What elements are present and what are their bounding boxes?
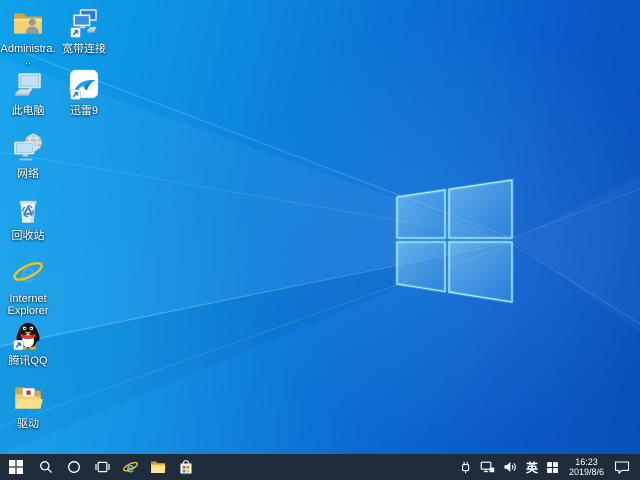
broadband-connection-icon [56,6,112,40]
recycle-bin-icon [0,193,56,227]
desktop-icon-label: 回收站 [0,230,56,242]
network-tray-button[interactable] [476,454,499,480]
taskbar-internet-explorer[interactable]: e [116,454,144,480]
cortana-circle-icon [67,460,81,474]
action-center-icon [614,460,630,474]
this-pc-icon [0,68,56,102]
clock-time: 16:23 [569,457,604,467]
desktop-icon-tencent-qq[interactable]: 腾讯QQ [0,318,56,367]
system-tray: 英 16:23 2019/8/6 [455,454,640,480]
desktop-icon-label: 驱动 [0,418,56,430]
desktop-icon-network[interactable]: 网络 [0,131,56,180]
ime-mode-button[interactable] [542,454,563,480]
desktop-icon-label: 迅雷9 [56,105,112,117]
taskbar-microsoft-store[interactable] [172,454,200,480]
search-icon [39,460,53,474]
internet-explorer-icon: e [0,256,56,290]
microsoft-store-icon [179,460,193,475]
start-button[interactable] [0,454,32,480]
clock-date: 2019/8/6 [569,467,604,477]
shortcut-arrow-overlay [71,28,81,38]
cortana-button[interactable] [60,454,88,480]
desktop-icon-label: Internet Explorer [0,293,56,317]
taskbar-left-group: e [0,454,200,480]
desktop-icon-broadband[interactable]: 宽带连接 [56,6,112,55]
svg-text:e: e [20,258,35,289]
usb-device-tray-button[interactable] [455,454,476,480]
speaker-icon [503,460,518,474]
xunlei-bird-icon [56,68,112,102]
desktop-icon-label: Administra... [0,43,56,67]
task-view-icon [95,460,110,474]
action-center-button[interactable] [610,454,634,480]
windows-logo-icon [9,460,23,474]
desktop-icon-this-pc[interactable]: 此电脑 [0,68,56,117]
file-explorer-icon [150,460,166,474]
ime-language-indicator[interactable]: 英 [522,459,542,476]
desktop-surface[interactable]: Administra... 此电脑 [0,0,640,454]
desktop-icon-drivers[interactable]: 驱动 [0,381,56,430]
ime-grid-icon [546,461,559,474]
network-icon [0,131,56,165]
usb-icon [459,460,472,474]
drivers-folder-icon [0,381,56,415]
desktop-icon-recycle-bin[interactable]: 回收站 [0,193,56,242]
desktop-icon-internet-explorer[interactable]: e Internet Explorer [0,256,56,317]
taskbar: e [0,454,640,480]
shortcut-arrow-overlay [71,90,81,100]
desktop-icon-label: 腾讯QQ [0,355,56,367]
desktop-icon-label: 宽带连接 [56,43,112,55]
desktop-icon-label: 此电脑 [0,105,56,117]
taskbar-file-explorer[interactable] [144,454,172,480]
administrator-folder-icon [0,6,56,40]
qq-penguin-icon [0,318,56,352]
desktop-icon-administrator[interactable]: Administra... [0,6,56,67]
task-view-button[interactable] [88,454,116,480]
search-button[interactable] [32,454,60,480]
internet-explorer-icon: e [122,459,139,476]
ethernet-network-icon [480,460,495,474]
taskbar-clock[interactable]: 16:23 2019/8/6 [563,457,610,477]
shortcut-arrow-overlay [14,340,24,350]
volume-tray-button[interactable] [499,454,522,480]
svg-text:e: e [126,459,134,475]
desktop-icon-xunlei[interactable]: 迅雷9 [56,68,112,117]
desktop-icon-label: 网络 [0,168,56,180]
